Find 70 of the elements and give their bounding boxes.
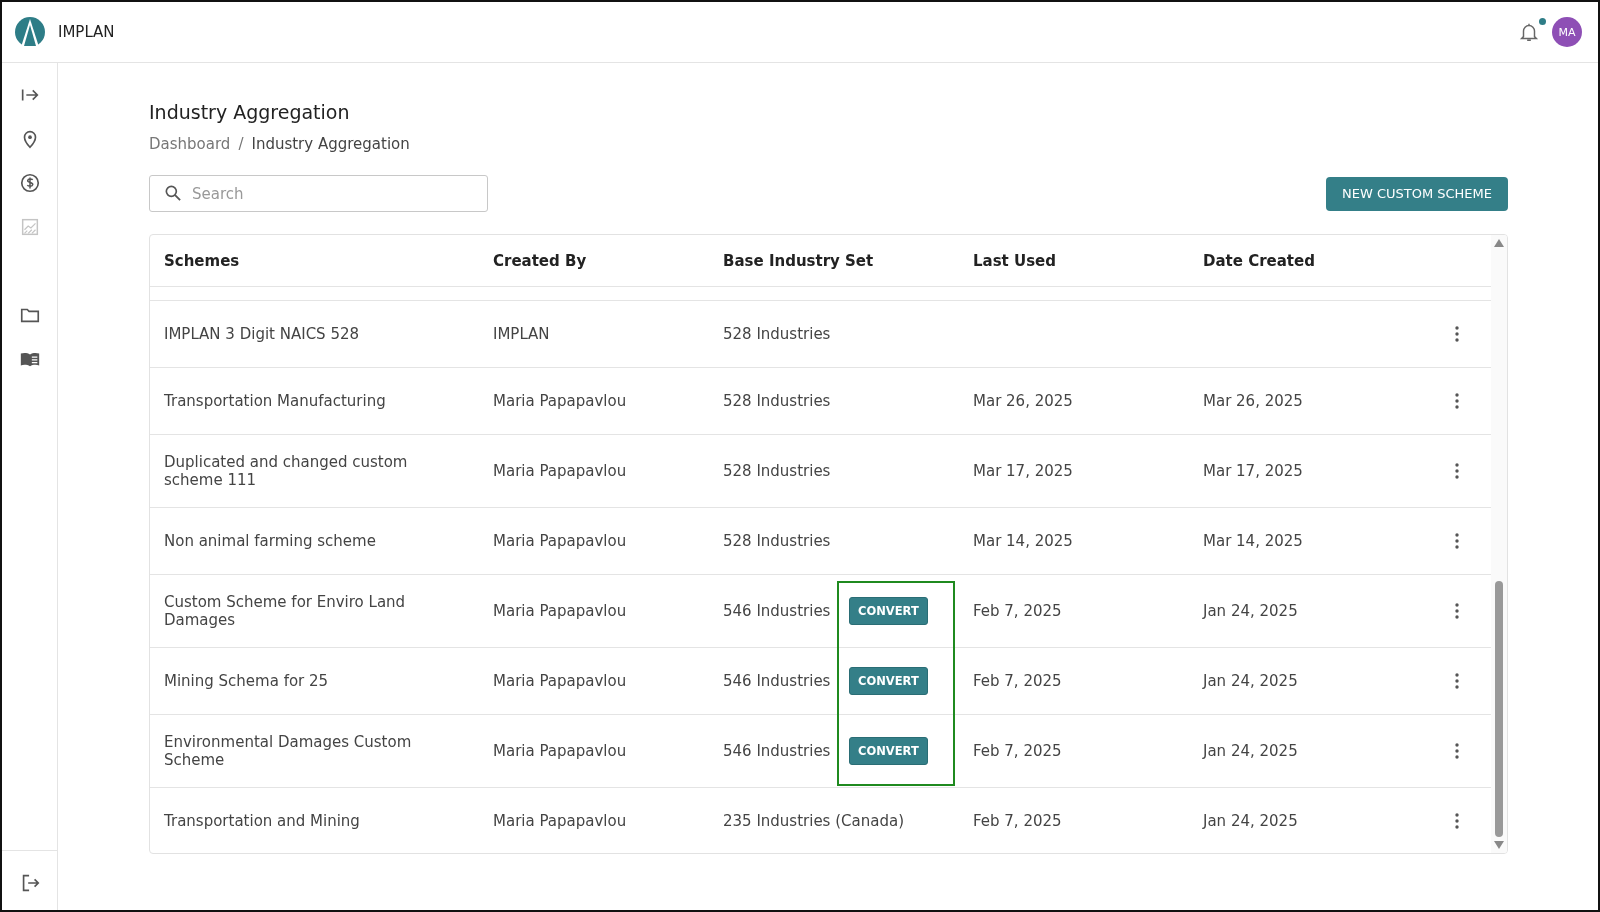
table-cell: Jan 24, 2025 <box>1203 602 1298 620</box>
search-icon <box>163 183 183 203</box>
scheme-name[interactable]: Custom Scheme for Enviro Land Damages <box>164 593 469 629</box>
table-cell: Maria Papapavlou <box>493 392 627 410</box>
table-cell: 528 Industries <box>723 325 831 343</box>
scheme-name[interactable]: Duplicated and changed custom scheme 111 <box>164 453 469 489</box>
scheme-name[interactable]: Transportation and Mining <box>164 812 360 830</box>
breadcrumb-item[interactable]: Dashboard <box>149 135 231 153</box>
table-cell: Mar 14, 2025 <box>973 532 1073 550</box>
more-icon[interactable] <box>1455 463 1459 479</box>
table-cell: 528 Industries <box>723 462 831 480</box>
scroll-up-icon[interactable] <box>1494 239 1504 247</box>
table-cell: Mar 17, 2025 <box>1203 462 1303 480</box>
convert-button[interactable]: CONVERT <box>849 667 928 695</box>
table-cell: 546 Industries <box>723 672 831 690</box>
more-icon[interactable] <box>1455 326 1459 342</box>
column-header[interactable]: Base Industry Set <box>709 235 959 287</box>
scheme-name[interactable]: Non animal farming scheme <box>164 532 376 550</box>
table-cell: Mar 26, 2025 <box>973 392 1073 410</box>
more-icon[interactable] <box>1455 743 1459 759</box>
table-cell: Jan 24, 2025 <box>1203 742 1298 760</box>
breadcrumb-item: Industry Aggregation <box>251 135 410 153</box>
table-cell: Maria Papapavlou <box>493 462 627 480</box>
table-cell: Feb 7, 2025 <box>973 602 1062 620</box>
table-cell: Mar 26, 2025 <box>1203 392 1303 410</box>
table-cell: 528 Industries <box>723 532 831 550</box>
table-cell: Feb 7, 2025 <box>973 812 1062 830</box>
search-field[interactable]: Search <box>149 175 488 212</box>
logo-icon <box>14 16 46 48</box>
scheme-name[interactable]: Environmental Damages Custom Scheme <box>164 733 469 769</box>
column-header[interactable]: Created By <box>479 235 709 287</box>
table-cell: 528 Industries <box>723 392 831 410</box>
convert-button[interactable]: CONVERT <box>849 737 928 765</box>
new-custom-scheme-button[interactable]: NEW CUSTOM SCHEME <box>1325 176 1508 211</box>
more-icon[interactable] <box>1455 603 1459 619</box>
scroll-down-icon[interactable] <box>1494 841 1504 849</box>
table-cell: Maria Papapavlou <box>493 602 627 620</box>
convert-button[interactable]: CONVERT <box>849 597 928 625</box>
scheme-name[interactable]: IMPLAN 3 Digit NAICS 528 <box>164 325 360 343</box>
scheme-name[interactable]: Transportation Manufacturing <box>164 392 386 410</box>
table-cell: Mar 17, 2025 <box>973 462 1073 480</box>
more-icon[interactable] <box>1455 393 1459 409</box>
user-avatar[interactable]: MA <box>1552 17 1582 47</box>
table-cell: Feb 7, 2025 <box>973 672 1062 690</box>
table-cell: Feb 7, 2025 <box>973 742 1062 760</box>
breadcrumb-separator: / <box>238 135 244 153</box>
table-cell: 546 Industries <box>723 742 831 760</box>
page-title: Industry Aggregation <box>149 101 351 123</box>
table-cell: 235 Industries (Canada) <box>723 812 904 830</box>
table-cell: Mar 14, 2025 <box>1203 532 1303 550</box>
more-icon[interactable] <box>1455 533 1459 549</box>
more-icon[interactable] <box>1455 673 1459 689</box>
table-cell: Maria Papapavlou <box>493 812 627 830</box>
table-cell: Maria Papapavlou <box>493 672 627 690</box>
column-header[interactable]: Date Created <box>1189 235 1419 287</box>
column-header[interactable]: Schemes <box>150 235 479 287</box>
dollar-icon[interactable] <box>18 172 41 194</box>
table-cell: 546 Industries <box>723 602 831 620</box>
more-icon[interactable] <box>1455 813 1459 829</box>
table-cell: Jan 24, 2025 <box>1203 812 1298 830</box>
scheme-name[interactable]: Mining Schema for 25 <box>164 672 329 690</box>
table-cell: IMPLAN <box>493 325 550 343</box>
notification-icon[interactable] <box>1518 21 1540 43</box>
table-cell: Maria Papapavlou <box>493 532 627 550</box>
column-header[interactable]: Last Used <box>959 235 1189 287</box>
table-cell: Jan 24, 2025 <box>1203 672 1298 690</box>
app-name: IMPLAN <box>58 23 115 41</box>
scrollbar[interactable] <box>1491 235 1507 853</box>
table-cell: Maria Papapavlou <box>493 742 627 760</box>
scrollbar-thumb[interactable] <box>1495 581 1503 837</box>
